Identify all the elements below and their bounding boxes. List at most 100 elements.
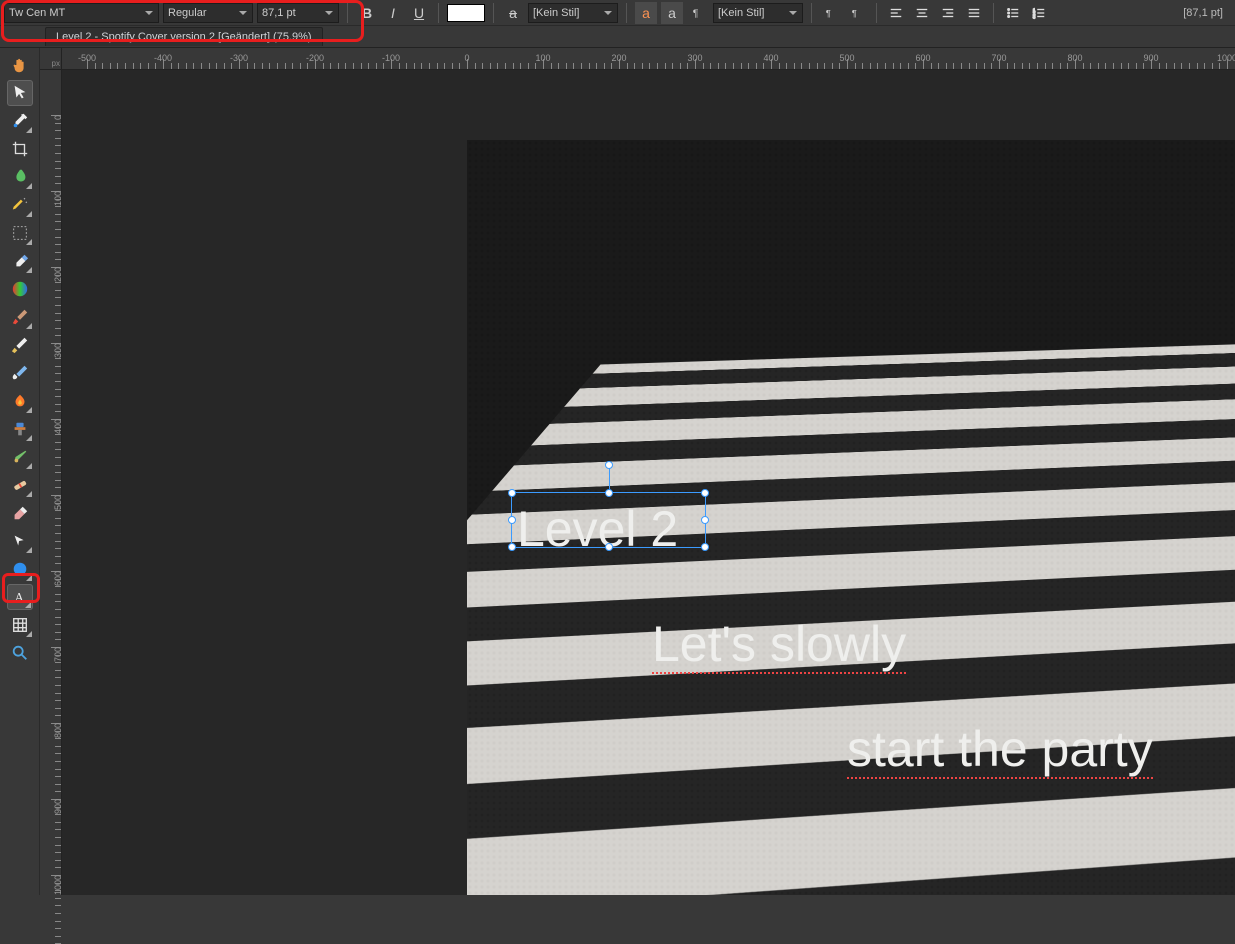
bullet-list-button[interactable] [1002, 2, 1024, 24]
burn-tool[interactable] [7, 388, 33, 414]
caps-label: a [668, 5, 676, 21]
rtl-button[interactable]: ¶ [846, 2, 868, 24]
paragraph-style-select[interactable]: [Kein Stil] [713, 3, 803, 23]
effects-tool[interactable] [7, 192, 33, 218]
strikethrough-button[interactable]: a [502, 2, 524, 24]
document-tab[interactable]: Level 2 - Spotify Cover version 2 [Geänd… [45, 27, 323, 46]
ruler-h-tick-label: 700 [991, 53, 1006, 63]
artboard[interactable]: Level 2 Let's slowly start the party [467, 140, 1235, 895]
underline-label: U [414, 5, 424, 21]
ruler-unit-label: px [52, 59, 60, 68]
font-family-select[interactable]: Tw Cen MT [4, 3, 159, 23]
align-left-button[interactable] [885, 2, 907, 24]
caps-button[interactable]: a [661, 2, 683, 24]
numbered-list-button[interactable]: 123 [1028, 2, 1050, 24]
tool-palette: A [0, 48, 40, 895]
grid-tool[interactable] [7, 612, 33, 638]
pan-hand-tool[interactable] [7, 52, 33, 78]
text-color-swatch[interactable] [447, 4, 485, 22]
svg-text:¶: ¶ [852, 8, 857, 19]
blur-tool[interactable] [7, 360, 33, 386]
canvas-viewport[interactable]: Level 2 Let's slowly start the party [62, 70, 1235, 895]
svg-text:3: 3 [1033, 14, 1036, 19]
no-break-button[interactable]: a [635, 2, 657, 24]
artwork-text-2[interactable]: Let's slowly [652, 615, 906, 673]
paragraph-style-value: [Kein Stil] [718, 7, 764, 19]
selection-marquee-tool[interactable] [7, 220, 33, 246]
ruler-h-tick-label: 500 [839, 53, 854, 63]
leading-readout: [87,1 pt] [1183, 7, 1231, 19]
clone-stamp-tool[interactable] [7, 416, 33, 442]
ltr-button[interactable]: ¶ [820, 2, 842, 24]
move-tool[interactable] [7, 80, 33, 106]
separator [493, 3, 494, 23]
ruler-h-tick-label: -400 [154, 53, 172, 63]
crop-tool[interactable] [7, 136, 33, 162]
artwork-text-1[interactable]: Level 2 [517, 500, 678, 558]
italic-button[interactable]: I [382, 2, 404, 24]
character-style-value: [Kein Stil] [533, 7, 579, 19]
bold-button[interactable]: B [356, 2, 378, 24]
artwork-text-3-value: start the party [847, 721, 1153, 779]
artwork-text-2-value: Let's slowly [652, 616, 906, 674]
bold-label: B [362, 5, 372, 21]
font-style-value: Regular [168, 7, 207, 19]
text-tool[interactable]: A [7, 584, 33, 610]
ruler-h-tick-label: 0 [464, 53, 469, 63]
shape-tool[interactable] [7, 556, 33, 582]
pen-tool[interactable] [7, 528, 33, 554]
brush-tool[interactable] [7, 164, 33, 190]
ruler-horizontal[interactable]: -500 -400 -300 -200 -100 0 100 200 300 400 500 600 7… [62, 48, 1235, 70]
separator [438, 3, 439, 23]
editor-work-area: px -500-400-300-200-10001002003004005006… [40, 48, 1235, 895]
document-tab-title: Level 2 - Spotify Cover version 2 [Geänd… [56, 31, 312, 43]
no-break-label: a [642, 5, 650, 21]
align-center-button[interactable] [911, 2, 933, 24]
ruler-h-tick-label: 600 [915, 53, 930, 63]
font-family-value: Tw Cen MT [9, 7, 65, 19]
ruler-vertical[interactable]: 01002003004005006007008009001000 [40, 70, 62, 895]
font-size-value: 87,1 pt [262, 7, 296, 19]
context-toolbar: Tw Cen MT Regular 87,1 pt B I U a [Kein … [0, 0, 1235, 26]
healing-tool[interactable] [7, 472, 33, 498]
document-tab-strip: Level 2 - Spotify Cover version 2 [Geänd… [0, 26, 1235, 48]
font-size-select[interactable]: 87,1 pt [257, 3, 339, 23]
ruler-h-tick-label: -300 [230, 53, 248, 63]
artwork-text-3[interactable]: start the party [847, 720, 1153, 778]
svg-text:A: A [14, 591, 23, 605]
ruler-h-tick-label: 300 [687, 53, 702, 63]
separator [811, 3, 812, 23]
ruler-corner: px [40, 48, 62, 70]
ruler-h-tick-label: 1000 [1217, 53, 1235, 63]
erase-white-tool[interactable] [7, 500, 33, 526]
ruler-h-tick-label: -500 [78, 53, 96, 63]
character-style-select[interactable]: [Kein Stil] [528, 3, 618, 23]
zoom-tool[interactable] [7, 640, 33, 666]
separator [626, 3, 627, 23]
ruler-h-tick-label: 400 [763, 53, 778, 63]
align-right-button[interactable] [937, 2, 959, 24]
eraser-tool[interactable] [7, 248, 33, 274]
ruler-h-tick-label: 100 [535, 53, 550, 63]
separator [347, 3, 348, 23]
ruler-h-tick-label: -100 [382, 53, 400, 63]
underline-button[interactable]: U [408, 2, 430, 24]
ruler-h-tick-label: 200 [611, 53, 626, 63]
ruler-h-tick-label: 800 [1067, 53, 1082, 63]
separator [993, 3, 994, 23]
ruler-h-tick-label: -200 [306, 53, 324, 63]
color-picker-tool[interactable] [7, 108, 33, 134]
paragraph-leading-button[interactable]: ¶ [687, 2, 709, 24]
separator [876, 3, 877, 23]
ruler-h-tick-label: 900 [1143, 53, 1158, 63]
strike-label: a [509, 5, 517, 21]
align-justify-button[interactable] [963, 2, 985, 24]
smudge-tool[interactable] [7, 332, 33, 358]
svg-text:¶: ¶ [826, 8, 831, 19]
font-style-select[interactable]: Regular [163, 3, 253, 23]
italic-label: I [391, 5, 395, 21]
paint-brush-tool[interactable] [7, 304, 33, 330]
svg-text:¶: ¶ [693, 7, 699, 19]
gradient-tool[interactable] [7, 276, 33, 302]
retouch-tool[interactable] [7, 444, 33, 470]
